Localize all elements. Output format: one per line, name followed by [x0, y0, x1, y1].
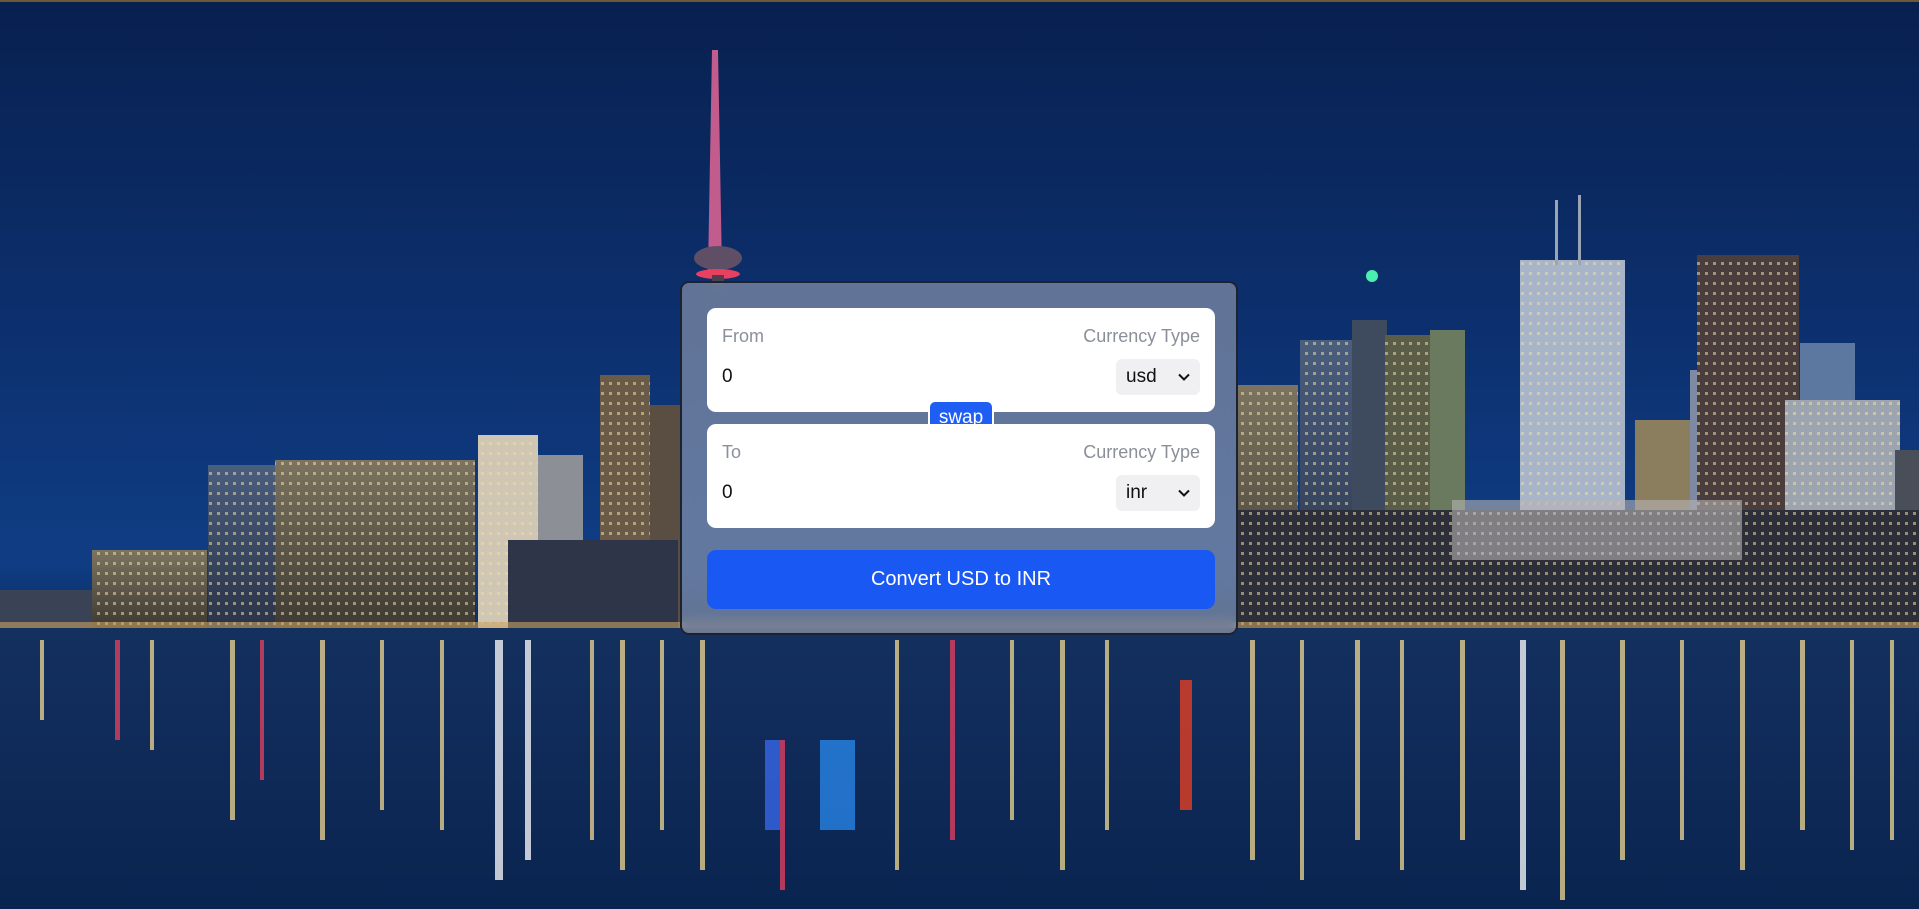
from-section: From Currency Type usd — [707, 308, 1215, 412]
to-amount-input[interactable] — [722, 480, 982, 506]
converter-card: From Currency Type usd swap To Currency … — [680, 281, 1238, 635]
to-section: To Currency Type inr — [707, 424, 1215, 528]
chevron-down-icon — [1178, 489, 1190, 497]
to-label: To — [722, 442, 742, 462]
from-amount-input[interactable] — [722, 364, 982, 390]
background-cityscape: From Currency Type usd swap To Currency … — [0, 0, 1919, 909]
from-label: From — [722, 326, 764, 346]
from-currency-value: usd — [1126, 366, 1157, 387]
convert-button[interactable]: Convert USD to INR — [707, 550, 1215, 609]
from-currency-select[interactable]: usd — [1116, 359, 1200, 395]
to-currency-select[interactable]: inr — [1116, 475, 1200, 511]
from-currency-type-label: Currency Type — [1083, 326, 1200, 346]
to-currency-type-label: Currency Type — [1083, 442, 1200, 462]
to-currency-value: inr — [1126, 482, 1148, 503]
chevron-down-icon — [1178, 373, 1190, 381]
